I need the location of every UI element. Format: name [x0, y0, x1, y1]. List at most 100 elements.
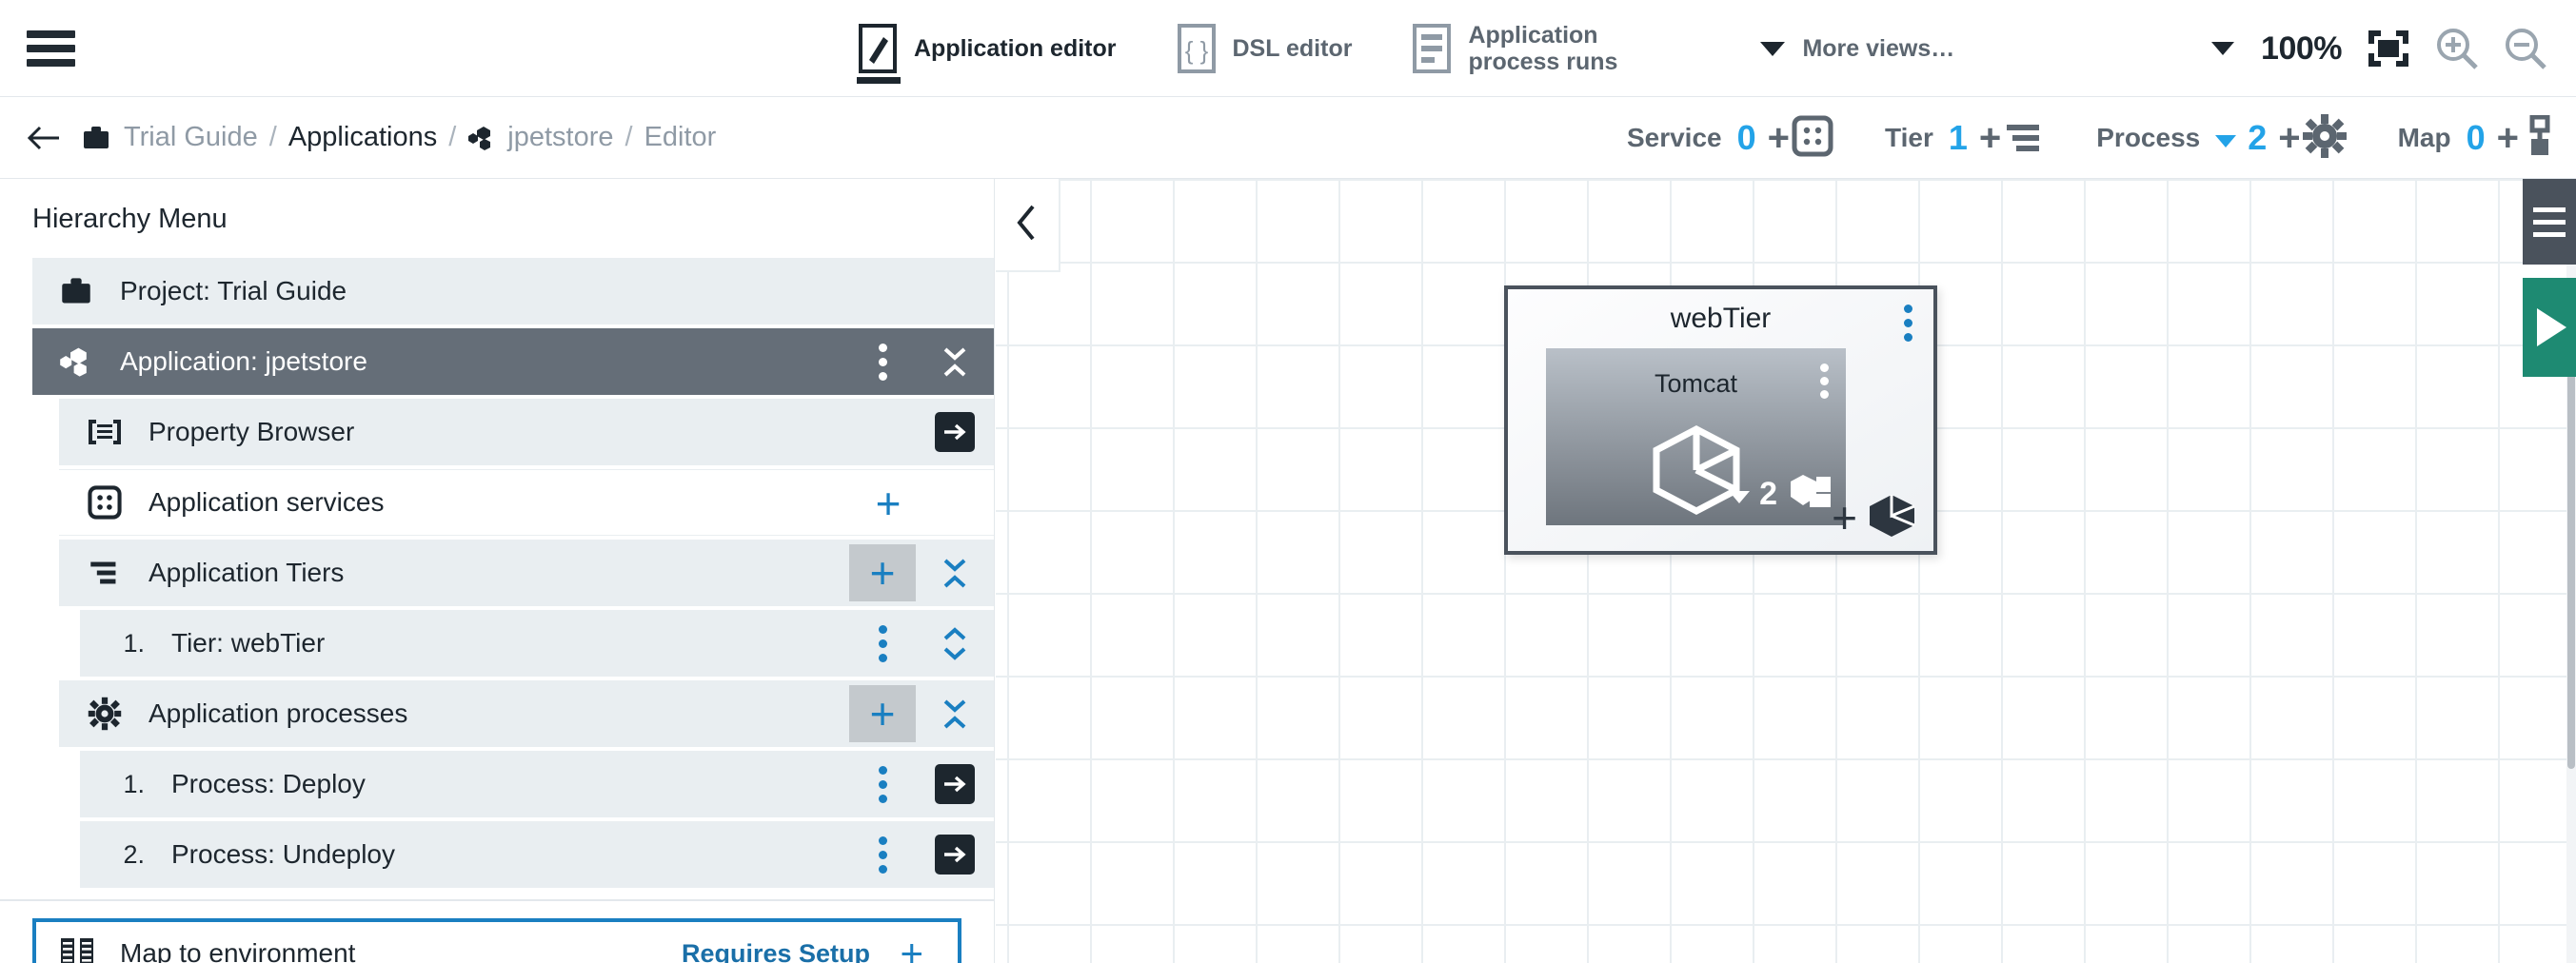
run-play-icon: [2537, 308, 2566, 346]
view-tabs: Application editor { } DSL editor Applic…: [857, 0, 1954, 97]
collapse-toggle-icon[interactable]: [921, 333, 988, 390]
cube-solid-icon: [1867, 493, 1918, 543]
briefcase-icon: [55, 270, 97, 312]
open-arrow-icon: [935, 412, 975, 452]
plus-icon: +: [875, 479, 902, 528]
tier-card-title: webTier: [1670, 303, 1772, 334]
map-to-environment-button[interactable]: Map to environment Requires Setup +: [32, 918, 961, 963]
more-menu-icon[interactable]: [849, 615, 916, 672]
chevron-down-icon[interactable]: [2211, 42, 2235, 55]
application-hex-icon: [467, 126, 496, 150]
breadcrumb: Trial Guide / Applications / jpetstore /…: [82, 122, 716, 153]
more-menu-icon[interactable]: [849, 826, 916, 883]
collapse-toggle-icon[interactable]: [921, 544, 988, 601]
application-hex-icon: [55, 341, 97, 383]
add-map-button[interactable]: +: [900, 934, 923, 963]
sidebar-item-project[interactable]: Project: Trial Guide: [32, 258, 994, 324]
plus-icon[interactable]: +: [2497, 119, 2519, 157]
collapse-toggle-icon[interactable]: [921, 685, 988, 742]
open-arrow-button[interactable]: [921, 756, 988, 813]
plus-icon[interactable]: +: [1979, 119, 2001, 157]
application-canvas[interactable]: webTier Tomcat 2 +: [996, 179, 2576, 963]
entity-counters: Service 0 + Tier 1 + Process 2 + Map 0 +: [1575, 97, 2559, 179]
plus-icon[interactable]: +: [1768, 119, 1790, 157]
open-arrow-button[interactable]: [921, 826, 988, 883]
sidebar-item-process-deploy[interactable]: 1. Process: Deploy: [80, 751, 994, 817]
add-tier-icon[interactable]: [2003, 117, 2045, 160]
breadcrumb-item-editor[interactable]: Editor: [644, 122, 717, 153]
sidebar-item-process-undeploy[interactable]: 2. Process: Undeploy: [80, 821, 994, 888]
zoom-in-icon[interactable]: [2435, 27, 2479, 70]
sidebar-item-property-browser[interactable]: Property Browser: [59, 399, 994, 465]
row-actions: [849, 328, 994, 395]
sidebar-item-application-tiers[interactable]: Application Tiers +: [59, 540, 994, 606]
breadcrumb-item-project[interactable]: Trial Guide: [124, 122, 258, 153]
counter-value: 2: [2248, 118, 2268, 157]
sidebar-item-tier-webtier[interactable]: 1. Tier: webTier: [80, 610, 994, 677]
panel-menu-icon[interactable]: [2523, 179, 2576, 265]
add-component-button[interactable]: +: [1832, 493, 1918, 543]
counter-tier[interactable]: Tier 1 +: [1885, 117, 2045, 160]
sidebar-item-label: Process: Undeploy: [171, 839, 396, 869]
list-index: 1.: [123, 628, 145, 658]
breadcrumb-item-applications[interactable]: Applications: [288, 122, 437, 153]
plus-icon[interactable]: +: [2278, 119, 2300, 157]
application-editor-icon: [857, 24, 899, 73]
sidebar-title: Hierarchy Menu: [32, 204, 228, 234]
component-tomcat[interactable]: Tomcat 2: [1546, 348, 1846, 525]
add-process-icon[interactable]: [2302, 113, 2347, 163]
sidebar-item-label: Application: jpetstore: [120, 346, 367, 376]
open-arrow-button[interactable]: [921, 403, 988, 461]
fit-to-screen-icon[interactable]: [2367, 29, 2410, 69]
breadcrumb-separator: /: [624, 122, 633, 152]
sidebar-item-label: Property Browser: [149, 417, 355, 446]
zoom-level-value[interactable]: 100%: [2261, 30, 2342, 68]
run-play-button[interactable]: [2523, 278, 2576, 377]
tab-application-editor[interactable]: Application editor: [857, 0, 1117, 97]
add-process-button[interactable]: +: [849, 685, 916, 742]
more-vertical-icon[interactable]: [1820, 364, 1829, 399]
tab-application-process-runs[interactable]: Application process runs: [1411, 0, 1673, 97]
add-tier-button[interactable]: +: [849, 544, 916, 601]
process-gear-icon: [84, 693, 126, 735]
breadcrumb-item-jpetstore[interactable]: jpetstore: [507, 122, 613, 153]
sidebar-item-application-services[interactable]: Application services +: [59, 469, 994, 536]
panel-menu-bar: [2533, 231, 2566, 237]
more-menu-icon[interactable]: [849, 333, 916, 390]
add-service-button[interactable]: +: [855, 475, 921, 532]
sidebar-item-application-processes[interactable]: Application processes +: [59, 680, 994, 747]
plus-icon: +: [869, 548, 896, 598]
panel-menu-bar: [2533, 219, 2566, 225]
tab-dsl-editor[interactable]: { } DSL editor: [1176, 0, 1352, 97]
counter-map[interactable]: Map 0 +: [2398, 114, 2559, 162]
chevron-down-icon[interactable]: [2215, 134, 2237, 147]
component-count[interactable]: 2: [1729, 471, 1834, 518]
add-service-icon[interactable]: [1792, 115, 1833, 162]
chevron-left-icon: [1014, 202, 1040, 248]
sidebar-item-application[interactable]: Application: jpetstore: [32, 328, 994, 395]
open-arrow-icon: [935, 764, 975, 804]
sort-toggle-icon[interactable]: [921, 615, 988, 672]
tier-card-webtier[interactable]: webTier Tomcat 2 +: [1504, 285, 1937, 555]
counter-label: Process: [2096, 123, 2201, 152]
plus-icon: +: [1832, 493, 1857, 543]
counter-service[interactable]: Service 0 +: [1627, 115, 1833, 162]
panel-menu-bar: [2533, 206, 2566, 212]
counter-process[interactable]: Process 2 +: [2096, 113, 2347, 163]
plus-icon: +: [869, 689, 896, 738]
add-map-icon[interactable]: [2521, 114, 2559, 162]
open-arrow-icon: [935, 835, 975, 875]
hamburger-icon[interactable]: [27, 30, 75, 67]
counter-value: 0: [2466, 118, 2486, 157]
canvas-scrollbar-thumb[interactable]: [2567, 360, 2575, 769]
more-views-dropdown[interactable]: More views…: [1760, 35, 1954, 62]
more-vertical-icon[interactable]: [1904, 305, 1912, 342]
back-arrow-icon[interactable]: [27, 124, 61, 152]
hierarchy-sidebar: Hierarchy Menu Project: Trial Guide Appl…: [0, 179, 995, 963]
sidebar-item-label: Process: Deploy: [171, 769, 366, 798]
collapse-sidebar-button[interactable]: [996, 179, 1060, 272]
more-menu-icon[interactable]: [849, 756, 916, 813]
list-index: 2.: [123, 839, 145, 869]
zoom-out-icon[interactable]: [2504, 27, 2547, 70]
row-actions: [849, 610, 994, 677]
